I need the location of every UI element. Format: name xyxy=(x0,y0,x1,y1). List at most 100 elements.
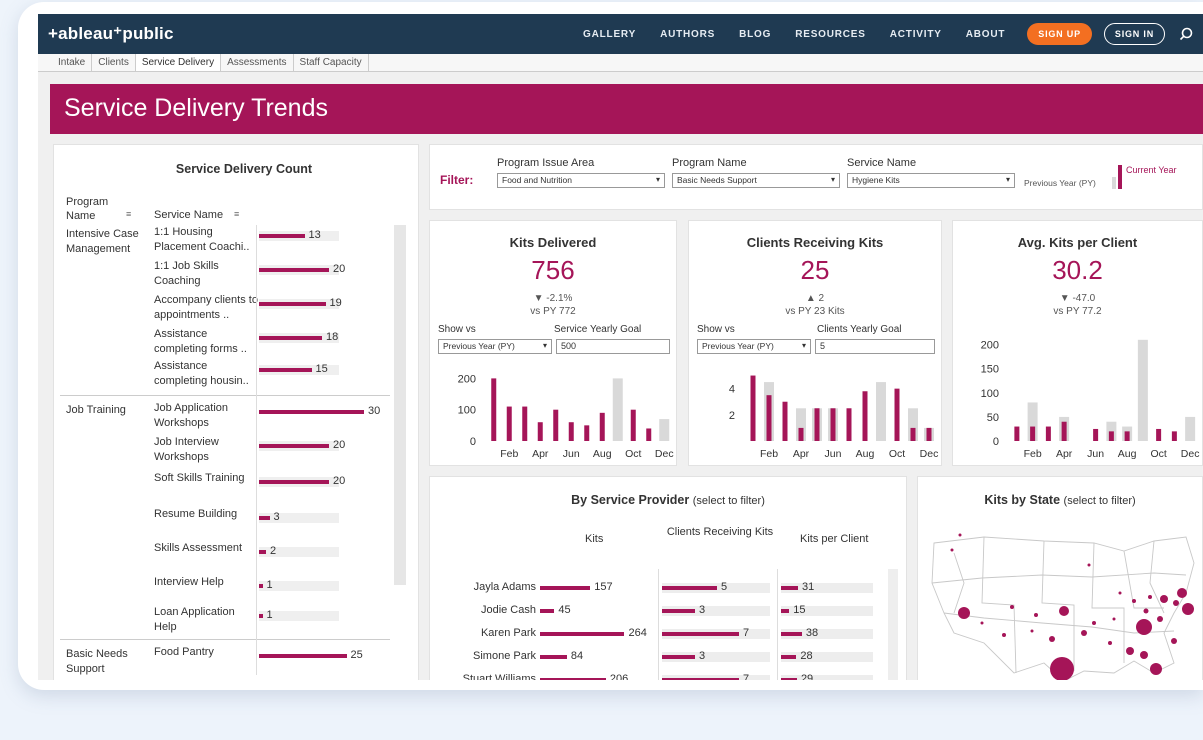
tab-staff-capacity[interactable]: Staff Capacity xyxy=(294,54,369,71)
current-year-bar[interactable] xyxy=(750,375,756,441)
service-count-bar[interactable] xyxy=(259,550,266,554)
current-year-bar[interactable] xyxy=(1171,431,1177,441)
current-year-bar[interactable] xyxy=(910,427,916,441)
service-count-bar[interactable] xyxy=(259,268,329,272)
avg-kits-per-client-chart[interactable]: 0 50 100 150 200 Feb Apr Jun Aug Oct Dec xyxy=(953,329,1203,463)
current-year-bar[interactable] xyxy=(522,406,528,441)
service-name-cell[interactable]: Job Interview Workshops xyxy=(154,435,259,465)
service-name-select[interactable]: Hygiene Kits ▾ xyxy=(847,173,1015,188)
program-name-header[interactable]: Program Name xyxy=(66,195,126,223)
service-name-cell[interactable]: Accompany clients to appointments .. xyxy=(154,293,259,323)
show-vs-select[interactable]: Previous Year (PY) ▾ xyxy=(438,339,552,354)
kits-bar[interactable] xyxy=(540,609,555,613)
provider-name[interactable]: Jodie Cash xyxy=(440,604,536,616)
kits-per-client-bar[interactable] xyxy=(781,678,797,680)
current-year-bar[interactable] xyxy=(926,427,932,441)
service-count-bar[interactable] xyxy=(259,654,347,658)
program-name-select[interactable]: Basic Needs Support ▾ xyxy=(672,173,840,188)
current-year-bar[interactable] xyxy=(1124,431,1130,441)
clients-bar[interactable] xyxy=(662,678,739,680)
clients-bar[interactable] xyxy=(662,586,717,590)
service-name-cell[interactable]: Assistance completing forms .. xyxy=(154,327,259,357)
program-issue-area-select[interactable]: Food and Nutrition ▾ xyxy=(497,173,665,188)
current-year-bar[interactable] xyxy=(1014,426,1020,441)
nav-activity[interactable]: ACTIVITY xyxy=(890,29,942,40)
current-year-bar[interactable] xyxy=(506,406,512,441)
service-name-cell[interactable]: Resume Building xyxy=(154,507,259,522)
py-bar[interactable] xyxy=(659,419,670,441)
current-year-bar[interactable] xyxy=(814,408,820,441)
current-year-bar[interactable] xyxy=(862,391,868,441)
sign-up-button[interactable]: SIGN UP xyxy=(1027,23,1092,45)
service-count-bar[interactable] xyxy=(259,336,322,340)
service-count-bar[interactable] xyxy=(259,234,305,238)
service-count-bar[interactable] xyxy=(259,584,263,588)
goal-input[interactable]: 500 xyxy=(556,339,670,354)
program-sort-icon[interactable]: ≡ xyxy=(126,209,131,219)
kits-bar[interactable] xyxy=(540,632,625,636)
service-name-cell[interactable]: Loan Application Help xyxy=(154,605,259,635)
tab-assessments[interactable]: Assessments xyxy=(221,54,294,71)
current-year-bar[interactable] xyxy=(798,427,804,441)
current-year-bar[interactable] xyxy=(491,378,497,441)
service-count-bar[interactable] xyxy=(259,444,329,448)
clients-bar[interactable] xyxy=(662,609,695,613)
nav-authors[interactable]: AUTHORS xyxy=(660,29,715,40)
service-sort-icon[interactable]: ≡ xyxy=(234,209,239,219)
py-bar[interactable] xyxy=(1137,339,1148,441)
current-year-bar[interactable] xyxy=(553,409,559,441)
nav-blog[interactable]: BLOG xyxy=(739,29,771,40)
goal-input[interactable]: 5 xyxy=(815,339,935,354)
current-year-bar[interactable] xyxy=(630,409,636,441)
service-name-cell[interactable]: 1:1 Job Skills Coaching xyxy=(154,259,259,289)
service-name-cell[interactable]: Job Application Workshops xyxy=(154,401,259,431)
clients-receiving-kits-chart[interactable]: 2 4 Feb Apr Jun Aug Oct Dec xyxy=(689,363,943,463)
us-map[interactable] xyxy=(924,523,1200,680)
kits-delivered-chart[interactable]: 0 100 200 Feb Apr Jun Aug Oct Dec xyxy=(430,363,678,463)
py-bar[interactable] xyxy=(612,378,623,441)
service-name-cell[interactable]: Food Pantry xyxy=(154,645,259,660)
current-year-bar[interactable] xyxy=(1061,421,1067,441)
service-name-cell[interactable]: Interview Help xyxy=(154,575,259,590)
kits-per-client-bar[interactable] xyxy=(781,609,790,613)
tableau-public-logo[interactable]: +ableau⁺public xyxy=(48,24,174,44)
provider-name[interactable]: Stuart Williams xyxy=(440,673,536,680)
current-year-bar[interactable] xyxy=(846,408,852,441)
current-year-bar[interactable] xyxy=(646,428,652,441)
provider-name[interactable]: Jayla Adams xyxy=(440,581,536,593)
current-year-bar[interactable] xyxy=(766,395,772,441)
kits-bar[interactable] xyxy=(540,586,591,590)
nav-about[interactable]: ABOUT xyxy=(966,29,1006,40)
tab-clients[interactable]: Clients xyxy=(92,54,136,71)
current-year-bar[interactable] xyxy=(1108,431,1114,441)
current-year-bar[interactable] xyxy=(1156,428,1162,441)
clients-bar[interactable] xyxy=(662,632,739,636)
service-count-bar[interactable] xyxy=(259,368,312,372)
service-name-cell[interactable]: Assistance completing housin.. xyxy=(154,359,259,389)
py-bar[interactable] xyxy=(876,382,886,441)
tab-intake[interactable]: Intake xyxy=(52,54,93,71)
kits-bar[interactable] xyxy=(540,678,606,680)
service-name-cell[interactable]: Soft Skills Training xyxy=(154,471,259,486)
scrollbar[interactable] xyxy=(888,569,898,680)
current-year-bar[interactable] xyxy=(1030,426,1036,441)
service-count-bar[interactable] xyxy=(259,410,364,414)
current-year-bar[interactable] xyxy=(1093,428,1099,441)
current-year-bar[interactable] xyxy=(782,401,788,441)
current-year-bar[interactable] xyxy=(537,422,543,441)
current-year-bar[interactable] xyxy=(599,412,605,441)
provider-name[interactable]: Simone Park xyxy=(440,650,536,662)
py-bar[interactable] xyxy=(1185,416,1196,441)
tab-service-delivery[interactable]: Service Delivery xyxy=(135,54,222,71)
service-count-bar[interactable] xyxy=(259,614,263,618)
service-count-bar[interactable] xyxy=(259,480,329,484)
kits-per-client-bar[interactable] xyxy=(781,632,802,636)
service-name-cell[interactable]: 1:1 Housing Placement Coachi.. xyxy=(154,225,259,255)
kits-per-client-bar[interactable] xyxy=(781,586,799,590)
current-year-bar[interactable] xyxy=(568,422,574,441)
current-year-bar[interactable] xyxy=(894,388,900,441)
kits-bar[interactable] xyxy=(540,655,567,659)
service-name-cell[interactable]: Skills Assessment xyxy=(154,541,259,556)
show-vs-select[interactable]: Previous Year (PY) ▾ xyxy=(697,339,811,354)
sign-in-button[interactable]: SIGN IN xyxy=(1103,23,1165,45)
